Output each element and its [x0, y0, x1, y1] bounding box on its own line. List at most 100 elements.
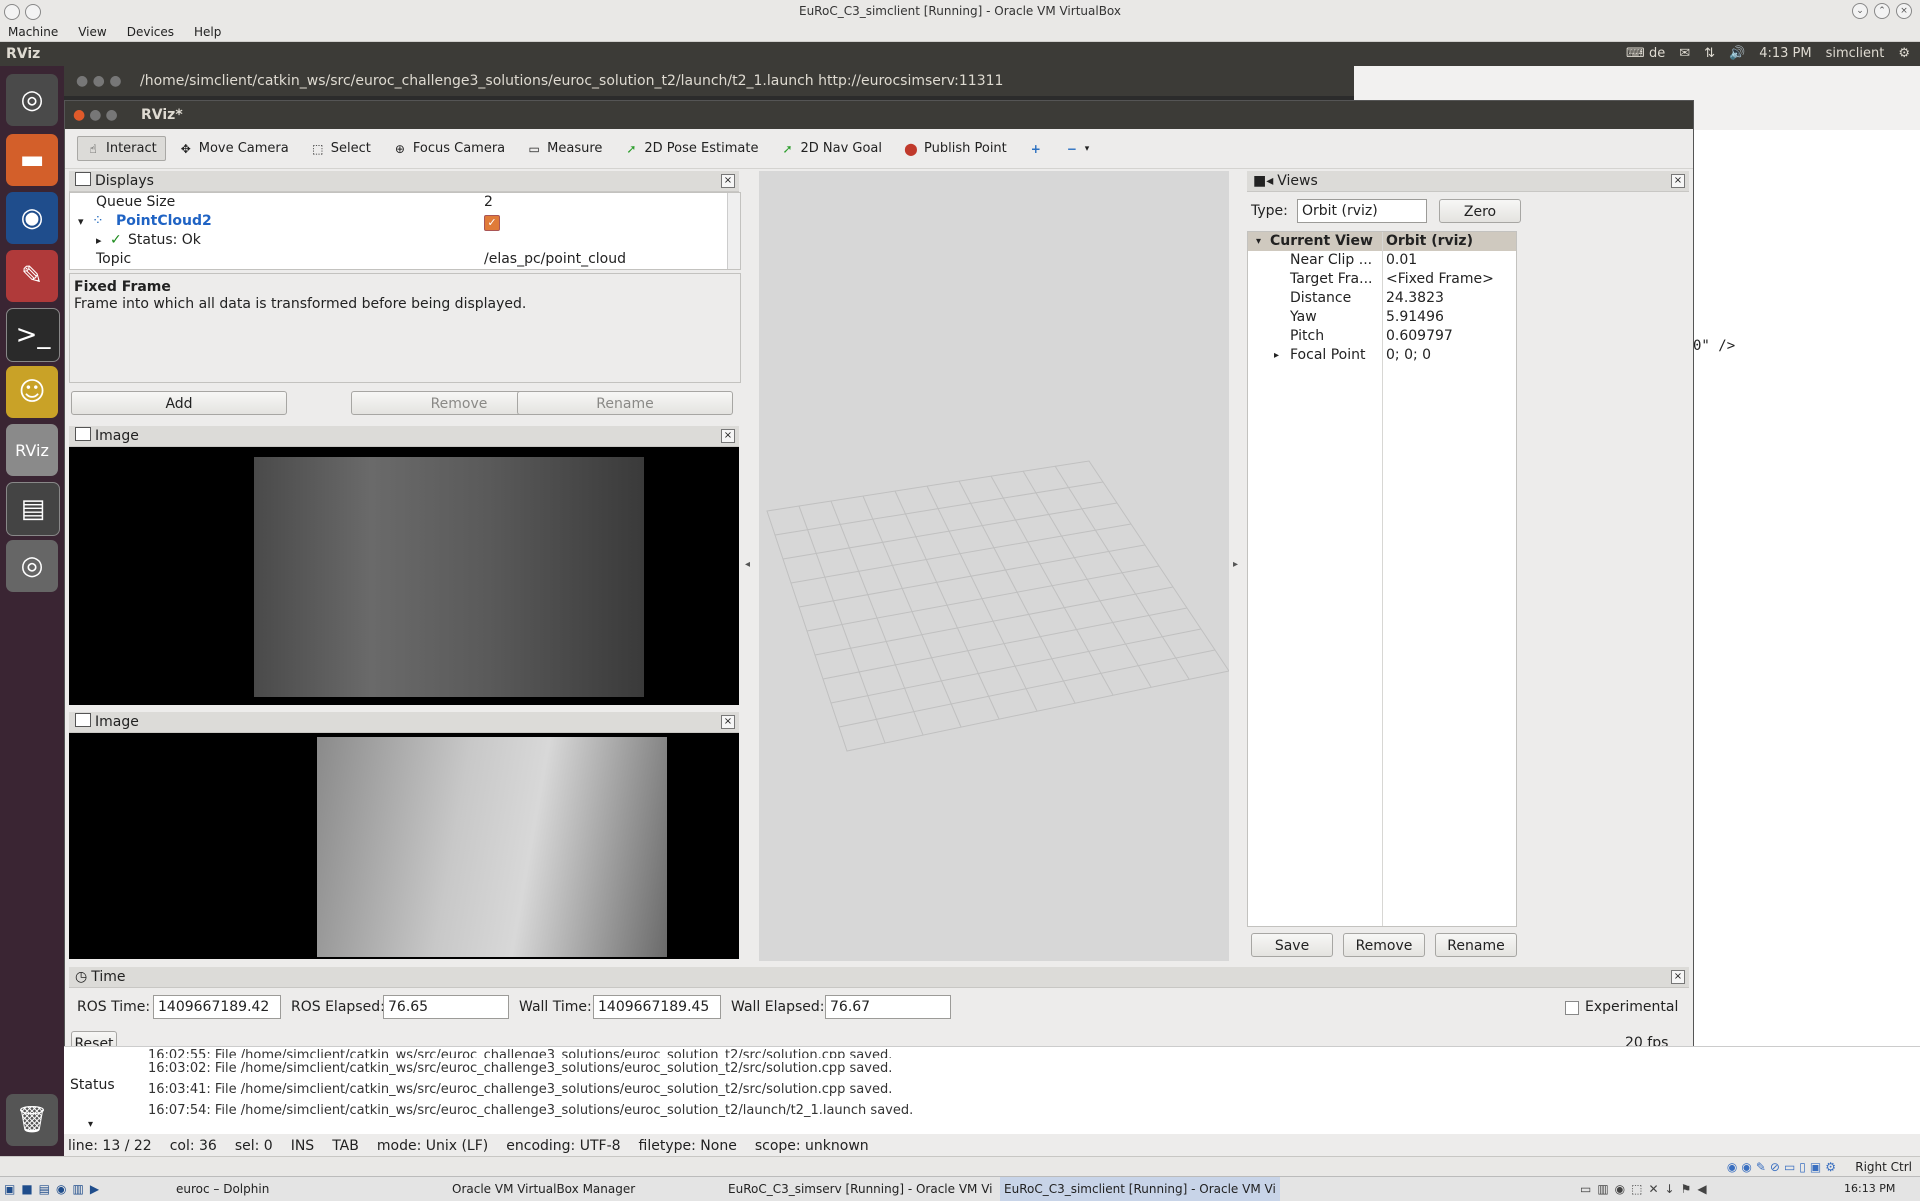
topic-value[interactable]: /elas_pc/point_cloud — [484, 250, 626, 269]
wall-time-field[interactable]: 1409667189.45 — [593, 995, 721, 1019]
close-icon[interactable]: × — [1671, 174, 1685, 188]
camera-image-view[interactable] — [69, 733, 739, 959]
check-icon: ✓ — [110, 232, 122, 248]
right-splitter[interactable]: ▸ — [1229, 171, 1247, 961]
zero-button[interactable]: Zero — [1439, 199, 1521, 223]
menu-view[interactable]: View — [78, 22, 106, 41]
app-menu-icon[interactable] — [25, 4, 41, 20]
close-icon[interactable]: ● — [73, 101, 85, 129]
task-simserv[interactable]: EuRoC_C3_simserv [Running] - Oracle VM V… — [728, 1177, 993, 1201]
maximize-icon[interactable]: ● — [105, 101, 117, 129]
depth-image-view[interactable] — [69, 447, 739, 705]
task-simclient[interactable]: EuRoC_C3_simclient [Running] - Oracle VM… — [1000, 1177, 1280, 1201]
tool-label: Measure — [547, 141, 603, 156]
ros-time-field[interactable]: 1409667189.42 — [153, 995, 281, 1019]
tray-icons[interactable]: ▭▥◉⬚✕↓⚑◀ — [1580, 1177, 1713, 1201]
add-button[interactable]: Add — [71, 391, 287, 415]
displays-tree[interactable]: Queue Size 2 ▾ ⁘ PointCloud2 ✓ ▸ ✓ Statu… — [69, 192, 741, 270]
pose-estimate-tool[interactable]: ➚ 2D Pose Estimate — [615, 136, 767, 161]
menu-machine[interactable]: Machine — [8, 22, 58, 41]
volume-icon[interactable]: 🔊 — [1729, 42, 1745, 66]
select-tool[interactable]: ⬚ Select — [302, 136, 380, 161]
left-splitter[interactable]: ◂ — [741, 171, 759, 961]
measure-tool[interactable]: ▭ Measure — [518, 136, 611, 161]
maximize-icon[interactable]: ⌃ — [1874, 3, 1890, 19]
near-clip-value[interactable]: 0.01 — [1386, 251, 1417, 270]
app-close-icon[interactable] — [4, 4, 20, 20]
files-icon[interactable]: ▬ — [6, 134, 58, 186]
views-tree[interactable]: ▾ Current View Orbit (rviz) Near Clip ..… — [1247, 231, 1517, 927]
settings-icon[interactable]: ✎ — [6, 250, 58, 302]
task-dolphin[interactable]: euroc – Dolphin — [176, 1177, 269, 1201]
mail-icon[interactable]: ✉ — [1679, 42, 1690, 66]
window-icon[interactable]: ▤ — [6, 482, 60, 536]
expand-icon[interactable]: ▸ — [96, 231, 102, 250]
status-ok[interactable]: Status: Ok — [128, 231, 201, 250]
add-tool-button[interactable]: + — [1020, 137, 1052, 161]
unity-launcher: ◎ ▬ ◉ ✎ >_ ☺ RViz ▤ ◎ 🗑 — [0, 66, 64, 1156]
interact-tool[interactable]: ☝ Interact — [77, 136, 166, 161]
experimental-label: Experimental — [1585, 999, 1679, 1015]
queue-size-value[interactable]: 2 — [484, 193, 493, 212]
device-icons[interactable]: ◉◉✎⊘▭▯▣⚙ — [1727, 1157, 1840, 1177]
network-icon[interactable]: ⇅ — [1704, 42, 1715, 66]
yaw-value[interactable]: 5.91496 — [1386, 308, 1444, 327]
display-pointcloud2[interactable]: PointCloud2 — [116, 212, 212, 231]
chevron-down-icon[interactable]: ▾ — [88, 1119, 93, 1130]
collapse-left-icon[interactable]: ◂ — [745, 559, 750, 570]
green-arrow-icon: ➚ — [626, 141, 637, 156]
target-frame-value[interactable]: <Fixed Frame> — [1386, 270, 1494, 289]
rviz-icon[interactable]: RViz — [6, 424, 58, 476]
displays-scrollbar[interactable] — [727, 193, 740, 269]
close-icon[interactable]: × — [721, 174, 735, 188]
publish-point-tool[interactable]: ⬤ Publish Point — [895, 136, 1016, 161]
menu-help[interactable]: Help — [194, 22, 221, 41]
views-type-select[interactable]: Orbit (rviz) — [1297, 199, 1427, 223]
rviz-title-bar[interactable]: ● ● ● RViz* — [65, 101, 1693, 129]
experimental-checkbox[interactable] — [1565, 1001, 1579, 1015]
nav-goal-tool[interactable]: ➚ 2D Nav Goal — [771, 136, 891, 161]
mascot-icon[interactable]: ☺ — [6, 366, 58, 418]
background-window-title[interactable]: ● ● ● /home/simclient/catkin_ws/src/euro… — [64, 66, 1354, 96]
close-icon[interactable]: × — [721, 429, 735, 443]
trash-icon[interactable]: 🗑 — [6, 1094, 58, 1146]
firefox-icon[interactable]: ◉ — [6, 192, 58, 244]
taskbar-clock: 16:13 PM — [1844, 1182, 1896, 1195]
tool-label: 2D Nav Goal — [800, 141, 883, 156]
expand-icon[interactable]: ▾ — [1256, 232, 1261, 251]
minimize-icon[interactable]: ● — [89, 101, 101, 129]
disc-icon[interactable]: ◎ — [6, 540, 58, 592]
menu-devices[interactable]: Devices — [127, 22, 174, 41]
user-name[interactable]: simclient — [1826, 42, 1885, 66]
terminal-icon[interactable]: >_ — [6, 308, 60, 362]
clock[interactable]: 4:13 PM — [1759, 42, 1811, 66]
gear-icon[interactable]: ⚙ — [1898, 42, 1910, 66]
views-remove-button[interactable]: Remove — [1343, 933, 1425, 957]
pitch-value[interactable]: 0.609797 — [1386, 327, 1453, 346]
enabled-checkbox[interactable]: ✓ — [484, 215, 500, 231]
dash-icon[interactable]: ◎ — [6, 74, 58, 126]
wall-elapsed-field[interactable]: 76.67 — [825, 995, 951, 1019]
task-vbox-manager[interactable]: Oracle VM VirtualBox Manager — [452, 1177, 635, 1201]
minimize-icon[interactable]: ⌄ — [1852, 3, 1868, 19]
focal-point-value[interactable]: 0; 0; 0 — [1386, 346, 1431, 365]
expand-icon[interactable]: ▸ — [1274, 346, 1279, 365]
close-icon[interactable]: × — [721, 715, 735, 729]
rename-button[interactable]: Rename — [517, 391, 733, 415]
remove-tool-button[interactable]: − ▾ — [1056, 137, 1099, 161]
current-view-label: Current View — [1270, 233, 1373, 249]
3d-render-view[interactable] — [759, 171, 1230, 961]
expand-icon[interactable]: ▾ — [78, 212, 84, 231]
close-icon[interactable]: × — [1896, 3, 1912, 19]
move-camera-tool[interactable]: ✥ Move Camera — [170, 136, 298, 161]
views-rename-button[interactable]: Rename — [1435, 933, 1517, 957]
collapse-right-icon[interactable]: ▸ — [1233, 559, 1238, 570]
distance-value[interactable]: 24.3823 — [1386, 289, 1444, 308]
keyboard-icon[interactable]: ⌨ de — [1626, 42, 1665, 66]
focus-camera-tool[interactable]: ⊕ Focus Camera — [384, 136, 514, 161]
status-log[interactable]: 16:02:55: File /home/simclient/catkin_ws… — [148, 1045, 913, 1121]
launcher-icons[interactable]: ▣■▤◉▥▶ — [4, 1177, 105, 1201]
views-save-button[interactable]: Save — [1251, 933, 1333, 957]
close-icon[interactable]: × — [1671, 970, 1685, 984]
ros-elapsed-field[interactable]: 76.65 — [383, 995, 509, 1019]
